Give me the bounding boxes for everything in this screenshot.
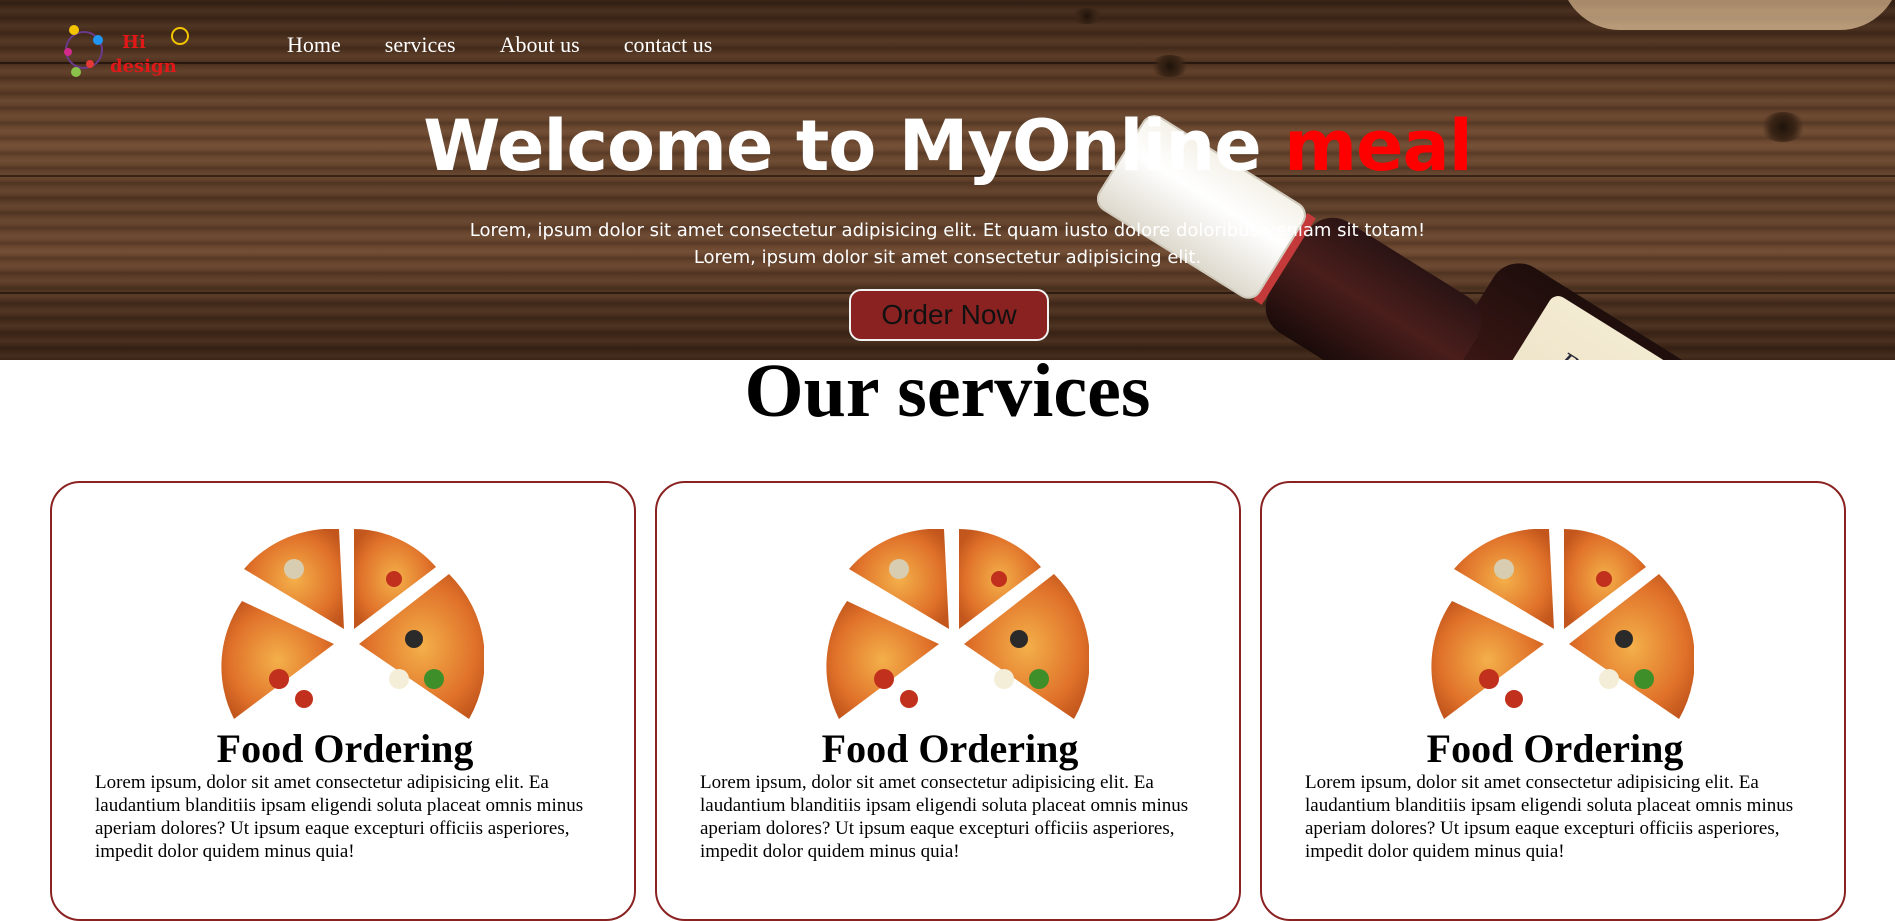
nav-item-about[interactable]: About us	[500, 32, 580, 57]
hero-title-main: Welcome to MyOnline	[423, 105, 1285, 187]
logo-text-top: Hi	[122, 32, 146, 53]
nav-item-contact[interactable]: contact us	[624, 32, 713, 57]
logo-text-bottom: design	[110, 56, 177, 77]
pizza-image	[1431, 529, 1694, 719]
pizza-image	[826, 529, 1089, 719]
hero-subtitle: Lorem, ipsum dolor sit amet consectetur …	[0, 217, 1895, 271]
hero-subtitle-line1: Lorem, ipsum dolor sit amet consectetur …	[469, 220, 1426, 241]
wood-knot	[1150, 55, 1190, 77]
logo-image[interactable]: Hi design	[62, 20, 212, 80]
service-card-text: Lorem ipsum, dolor sit amet consectetur …	[95, 772, 584, 862]
services-heading: Our services	[744, 349, 1151, 433]
service-card[interactable]: Food Ordering Lorem ipsum, dolor sit ame…	[1260, 481, 1846, 921]
main-nav: Home services About us contact us	[287, 32, 756, 58]
service-card[interactable]: Food Ordering Lorem ipsum, dolor sit ame…	[655, 481, 1241, 921]
hero-section: Ballantine's Hi design HomeservicesAbout…	[0, 0, 1895, 360]
service-card-title: Food Ordering	[821, 726, 1079, 771]
hero-title: Welcome to MyOnline meal	[0, 105, 1895, 187]
service-card[interactable]: Food Ordering Lorem ipsum, dolor sit ame…	[50, 481, 636, 921]
hero-title-accent: meal	[1284, 105, 1473, 187]
nav-item-home[interactable]: Home	[287, 32, 341, 57]
service-card-title: Food Ordering	[1426, 726, 1684, 771]
nav-item-services[interactable]: services	[385, 32, 456, 57]
order-now-button[interactable]: Order Now	[849, 289, 1049, 341]
pizza-image	[221, 529, 484, 719]
wood-grain-line	[0, 62, 1895, 64]
service-card-title: Food Ordering	[216, 726, 474, 771]
hero-subtitle-line2: Lorem, ipsum dolor sit amet consectetur …	[693, 247, 1202, 268]
wood-knot	[1070, 8, 1104, 24]
glass-decoration	[1560, 0, 1895, 30]
service-card-text: Lorem ipsum, dolor sit amet consectetur …	[1305, 772, 1794, 862]
service-card-text: Lorem ipsum, dolor sit amet consectetur …	[700, 772, 1189, 862]
